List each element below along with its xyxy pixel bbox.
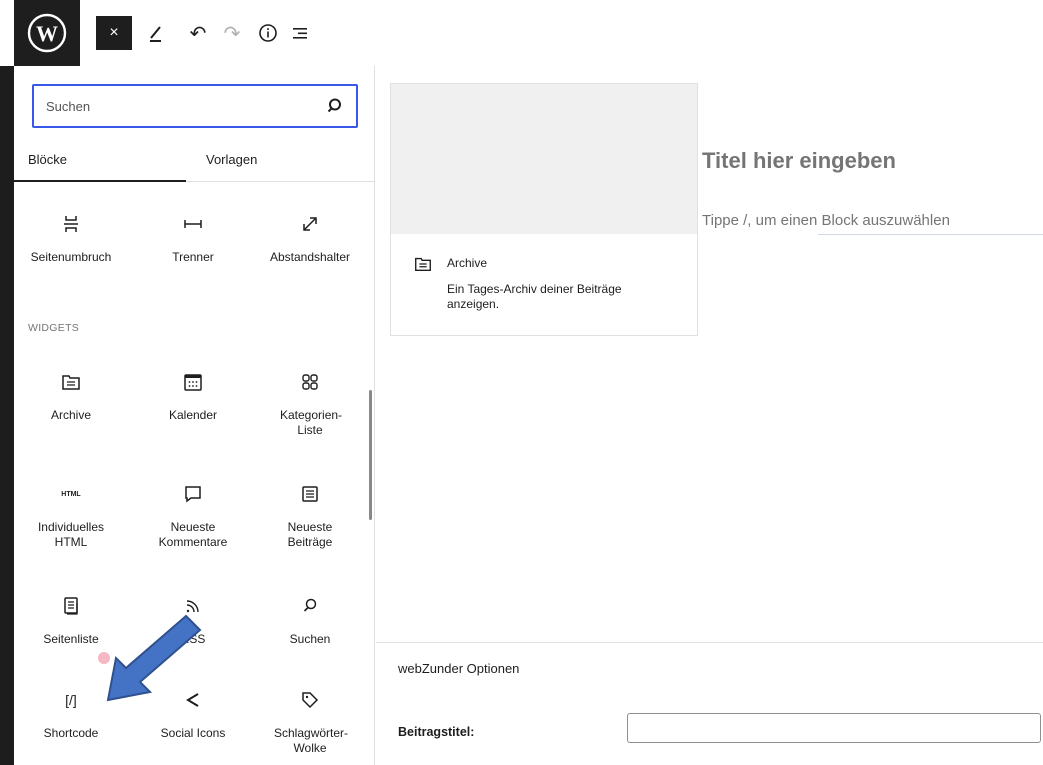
preview-image-area (391, 84, 697, 234)
undo-button[interactable]: ↶ (184, 18, 212, 48)
tools-button[interactable] (142, 18, 172, 48)
svg-text:W: W (36, 21, 58, 46)
rss-icon (186, 600, 199, 613)
editor-toolbar: W × ↶ ↷ (0, 0, 1043, 66)
block-label: Seitenliste (43, 632, 99, 646)
block-shortcode[interactable]: [/] Shortcode (16, 688, 126, 741)
block-seitenliste[interactable]: Seitenliste (16, 594, 126, 647)
search-icon (327, 98, 341, 113)
share-icon (186, 693, 199, 707)
block-kategorien-liste[interactable]: Kategorien-Liste (255, 370, 365, 438)
list-view-button[interactable] (286, 18, 314, 48)
active-tab-indicator (14, 180, 186, 182)
tag-icon (302, 692, 319, 709)
wordpress-logo-icon[interactable]: W (14, 0, 80, 66)
block-rss[interactable]: RSS (138, 594, 248, 647)
widgets-section-title: WIDGETS (28, 322, 80, 334)
block-social-icons[interactable]: Social Icons (138, 688, 248, 741)
block-kalender[interactable]: Kalender (138, 370, 248, 423)
posts-list-icon (302, 486, 318, 502)
undo-icon: ↶ (189, 22, 207, 45)
block-trenner[interactable]: Trenner (138, 212, 248, 265)
block-label: Seitenumbruch (30, 250, 112, 264)
block-label: Kategorien-Liste (280, 408, 343, 437)
list-view-icon (293, 28, 307, 39)
preview-title: Archive (447, 256, 488, 270)
block-appender-placeholder[interactable]: Tippe /, um einen Block auszuwählen (702, 212, 950, 229)
calendar-icon (184, 374, 202, 391)
block-label: RSS (180, 632, 206, 646)
close-inserter-button[interactable]: × (96, 16, 132, 50)
search-input[interactable] (46, 96, 316, 116)
pen-icon (150, 26, 161, 42)
block-label: Abstandshalter (269, 250, 351, 264)
block-label: Kalender (168, 408, 218, 422)
metabox-title[interactable]: webZunder Optionen (398, 661, 519, 676)
categories-icon (302, 374, 318, 390)
block-label: Social Icons (160, 726, 226, 740)
beitragstitel-input[interactable] (627, 713, 1041, 743)
comment-icon (185, 486, 201, 503)
inserter-search[interactable] (32, 84, 358, 128)
tab-vorlagen[interactable]: Vorlagen (206, 152, 257, 167)
block-seitenumbruch[interactable]: Seitenumbruch (16, 212, 126, 265)
block-inserter-panel: Blöcke Vorlagen Seitenumbruch Trenner (14, 66, 375, 765)
close-icon: × (109, 24, 119, 41)
spacer-icon (303, 217, 317, 231)
block-label: Neueste Beiträge (287, 520, 333, 549)
block-individuelles-html[interactable]: HTML Individuelles HTML (16, 482, 126, 550)
details-button[interactable] (254, 18, 282, 48)
inserter-scrollbar[interactable] (369, 390, 372, 520)
tab-bloecke[interactable]: Blöcke (28, 152, 67, 167)
editor-canvas: Archive Ein Tages-Archiv deiner Beiträge… (376, 66, 1043, 765)
block-suchen[interactable]: Suchen (255, 594, 365, 647)
shortcode-icon: [/] (65, 692, 77, 708)
block-neueste-beitraege[interactable]: Neueste Beiträge (255, 482, 365, 550)
inserter-tabs: Blöcke Vorlagen (14, 142, 374, 182)
block-schlagwoerter-wolke[interactable]: Schlagwörter-Wolke (255, 688, 365, 756)
block-label: Suchen (289, 632, 331, 646)
search-icon (303, 598, 317, 612)
archive-icon (415, 257, 431, 272)
preview-description: Ein Tages-Archiv deiner Beiträge anzeige… (447, 282, 622, 311)
block-preview-card: Archive Ein Tages-Archiv deiner Beiträge… (390, 83, 698, 336)
post-title-placeholder[interactable]: Titel hier eingeben (702, 148, 896, 174)
info-icon (259, 24, 277, 42)
redo-icon: ↷ (223, 22, 241, 45)
archive-icon (62, 375, 80, 390)
block-label: Neueste Kommentare (158, 520, 228, 549)
metabox-webzunder: webZunder Optionen Beitragstitel: (376, 642, 1043, 765)
page-break-icon (64, 216, 78, 232)
beitragstitel-label: Beitragstitel: (398, 725, 475, 739)
block-label: Archive (50, 408, 91, 422)
page-list-icon (64, 597, 78, 615)
block-abstandshalter[interactable]: Abstandshalter (255, 212, 365, 265)
appender-underline (818, 234, 1043, 235)
redo-button[interactable]: ↷ (218, 18, 246, 48)
block-label: Individuelles HTML (37, 520, 105, 549)
block-label: Shortcode (43, 726, 99, 740)
block-label: Schlagwörter-Wolke (274, 726, 349, 755)
block-label: Trenner (172, 250, 214, 264)
block-archive[interactable]: Archive (16, 370, 126, 423)
cursor-highlight (98, 652, 110, 664)
separator-icon (184, 220, 202, 228)
html-icon: HTML (61, 490, 81, 498)
window-frame (0, 0, 14, 765)
block-neueste-kommentare[interactable]: Neueste Kommentare (138, 482, 248, 550)
